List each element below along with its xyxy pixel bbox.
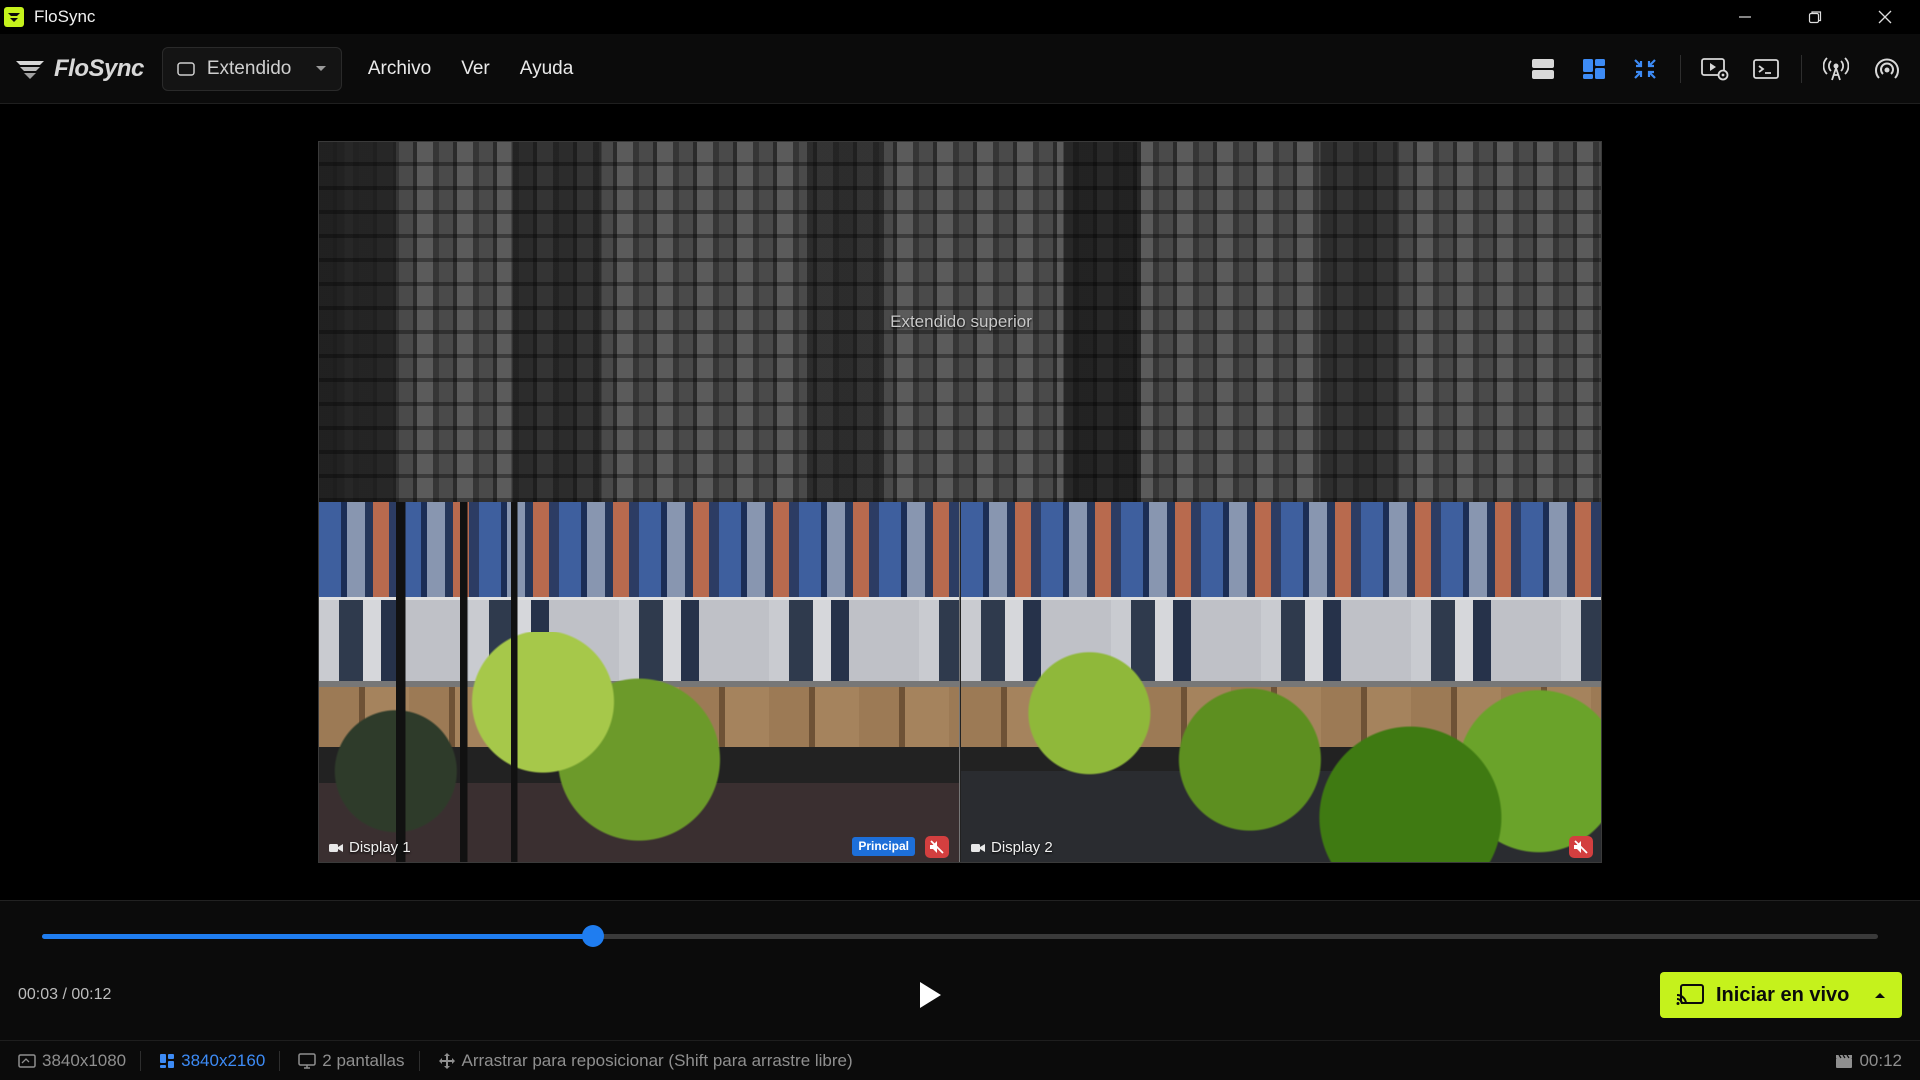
close-button[interactable] <box>1850 0 1920 34</box>
display-2-label: Display 2 <box>971 839 1053 856</box>
drag-hint-status: Arrastrar para reposicionar (Shift para … <box>420 1051 867 1071</box>
menu-ayuda[interactable]: Ayuda <box>520 58 574 80</box>
timeline-slider[interactable] <box>42 925 1878 947</box>
menu-ver[interactable]: Ver <box>461 58 490 80</box>
status-bar: 3840x1080 3840x2160 2 pantallas Arrastra… <box>0 1040 1920 1080</box>
screens-value: 2 pantallas <box>322 1050 405 1070</box>
terminal-button[interactable] <box>1749 52 1783 86</box>
rows-layout-icon <box>1532 59 1554 79</box>
speaker-muted-icon <box>930 840 944 854</box>
duration-status: 00:12 <box>1835 1041 1902 1080</box>
wireless-signal-button[interactable] <box>1870 52 1904 86</box>
output-size-value: 3840x2160 <box>181 1050 266 1070</box>
canvas-size-icon <box>18 1053 36 1068</box>
principal-badge: Principal <box>852 837 915 856</box>
clapperboard-icon <box>1836 1054 1853 1068</box>
mode-dropdown[interactable]: Extendido <box>161 46 342 91</box>
upper-zone-label: Extendido superior <box>890 312 1032 331</box>
display-1-zone[interactable]: Display 1 Principal <box>319 502 960 862</box>
display-2-zone[interactable]: Display 2 <box>961 502 1601 862</box>
play-button[interactable] <box>912 977 948 1013</box>
toolbar <box>1509 34 1904 104</box>
display-2-mute-button[interactable] <box>1569 836 1593 858</box>
grid-layout-icon <box>160 1053 175 1068</box>
display-2-name: Display 2 <box>991 839 1053 856</box>
rows-layout-button[interactable] <box>1526 52 1560 86</box>
chevron-up-icon[interactable] <box>1874 991 1886 999</box>
brand-logo: FloSync <box>14 55 144 83</box>
cast-icon <box>1676 984 1704 1005</box>
chevron-down-icon <box>315 65 326 71</box>
preview-canvas[interactable]: Extendido superior Display 1 Principal D… <box>318 141 1602 863</box>
upper-extended-zone[interactable]: Extendido superior <box>319 142 1601 502</box>
main-menu: Archivo Ver Ayuda <box>368 58 603 80</box>
camera-icon <box>971 843 985 852</box>
flosync-logo-icon <box>16 60 44 79</box>
preview-stage: Extendido superior Display 1 Principal D… <box>0 105 1920 900</box>
player-controls: 00:03 / 00:12 Iniciar en vivo <box>0 900 1920 1040</box>
grid-layout-button[interactable] <box>1577 52 1611 86</box>
screens-status: 2 pantallas <box>280 1051 418 1071</box>
collapse-button[interactable] <box>1628 52 1662 86</box>
display-1-label: Display 1 <box>329 839 411 856</box>
broadcast-tower-icon <box>1823 57 1849 81</box>
video-frame <box>319 502 959 862</box>
play-icon <box>920 982 941 1008</box>
screen-mode-icon <box>177 61 195 76</box>
mode-dropdown-value: Extendido <box>206 57 292 79</box>
timeline-progress <box>42 934 593 939</box>
window-controls <box>1710 0 1920 34</box>
go-live-button[interactable]: Iniciar en vivo <box>1660 972 1902 1018</box>
window-title: FloSync <box>34 7 96 26</box>
video-frame <box>961 502 1601 862</box>
media-settings-button[interactable] <box>1698 52 1732 86</box>
close-icon <box>1878 10 1892 24</box>
go-live-label: Iniciar en vivo <box>1716 983 1850 1006</box>
grid-layout-icon <box>1583 59 1605 79</box>
title-bar: FloSync <box>0 0 1920 34</box>
camera-icon <box>329 843 343 852</box>
move-arrows-icon <box>438 1052 455 1069</box>
display-1-mute-button[interactable] <box>925 836 949 858</box>
menu-archivo[interactable]: Archivo <box>368 58 431 80</box>
minimize-button[interactable] <box>1710 0 1780 34</box>
app-logo-icon <box>4 7 24 27</box>
timeline-handle[interactable] <box>581 925 604 947</box>
toolbar-divider <box>1801 55 1802 83</box>
media-settings-icon <box>1701 58 1729 81</box>
monitor-icon <box>298 1052 317 1069</box>
toolbar-divider <box>1680 55 1681 83</box>
restore-button[interactable] <box>1780 0 1850 34</box>
canvas-size-value: 3840x1080 <box>42 1050 127 1070</box>
brand-text: FloSync <box>54 54 144 82</box>
wireless-signal-icon <box>1875 58 1899 79</box>
display-1-name: Display 1 <box>349 839 411 856</box>
minimize-icon <box>1739 16 1751 18</box>
duration-value: 00:12 <box>1859 1051 1902 1070</box>
restore-icon <box>1808 11 1822 24</box>
terminal-icon <box>1753 59 1779 79</box>
broadcast-button[interactable] <box>1819 52 1853 86</box>
drag-hint-text: Arrastrar para reposicionar (Shift para … <box>461 1050 853 1070</box>
speaker-muted-icon <box>1574 840 1588 854</box>
menu-bar: FloSync Extendido Archivo Ver Ayuda <box>0 34 1920 104</box>
canvas-size-status: 3840x1080 <box>0 1051 140 1071</box>
collapse-icon <box>1634 59 1656 79</box>
time-readout: 00:03 / 00:12 <box>18 986 112 1003</box>
output-size-status[interactable]: 3840x2160 <box>141 1051 279 1071</box>
